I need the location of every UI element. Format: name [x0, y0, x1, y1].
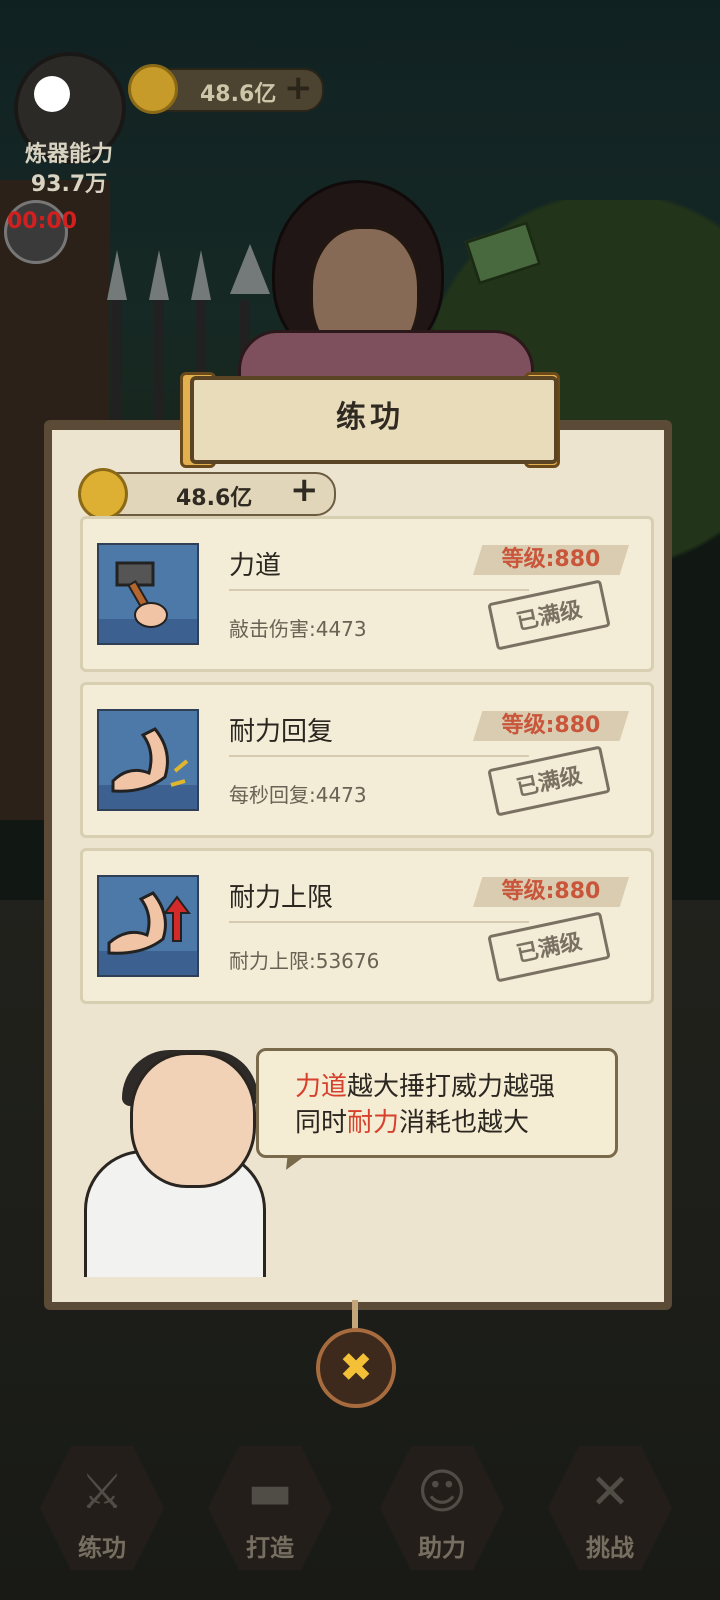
guide-character-face: [130, 1052, 256, 1188]
hud-add-currency-button[interactable]: +: [284, 68, 313, 108]
coin-icon: [128, 64, 178, 114]
upgrade-level: 等级:880: [501, 879, 601, 904]
upgrade-stat: 耐力上限:53676: [229, 949, 380, 973]
power-label: 炼器能力: [24, 142, 113, 167]
divider: [229, 589, 529, 591]
power-value: 93.7万: [30, 172, 108, 197]
upgrade-stat: 敲击伤害:4473: [229, 617, 367, 641]
timer: 00:00: [4, 200, 77, 264]
tip-speech-bubble: 力道越大捶打威力越强 同时耐力消耗也越大: [256, 1048, 618, 1158]
tip-line-1: 力道越大捶打威力越强: [295, 1069, 615, 1105]
panel-currency-amount: 48.6亿: [176, 486, 253, 511]
upgrade-name: 力道: [229, 551, 282, 581]
tip-highlight: 力道: [295, 1072, 348, 1102]
upgrade-level: 等级:880: [501, 713, 601, 738]
panel-add-currency-button[interactable]: +: [290, 470, 319, 510]
coin-icon: [78, 468, 128, 520]
tip-highlight: 耐力: [347, 1108, 400, 1138]
upgrade-card-strength[interactable]: 力道 敲击伤害:4473 等级:880 已满级: [80, 516, 654, 672]
divider: [229, 755, 529, 757]
hammer-icon: [97, 543, 199, 645]
arm-up-icon: [97, 875, 199, 977]
divider: [229, 921, 529, 923]
upgrade-card-stamina-regen[interactable]: 耐力回复 每秒回复:4473 等级:880 已满级: [80, 682, 654, 838]
flex-arm-icon: [97, 709, 199, 811]
tip-text: 同时: [295, 1108, 348, 1138]
close-button[interactable]: ✖: [316, 1328, 396, 1408]
tip-line-2: 同时耐力消耗也越大: [295, 1105, 615, 1141]
tip-text: 消耗也越大: [399, 1108, 530, 1138]
upgrade-stat: 每秒回复:4473: [229, 783, 367, 807]
upgrade-name: 耐力上限: [229, 883, 334, 913]
panel-title: 练功: [336, 400, 404, 435]
upgrade-name: 耐力回复: [229, 717, 334, 747]
tip-text: 越大捶打威力越强: [347, 1072, 556, 1102]
upgrade-card-stamina-max[interactable]: 耐力上限 耐力上限:53676 等级:880 已满级: [80, 848, 654, 1004]
avatar-indicator: [34, 76, 70, 112]
upgrade-level: 等级:880: [501, 547, 601, 572]
hud-currency-amount: 48.6亿: [200, 82, 277, 107]
